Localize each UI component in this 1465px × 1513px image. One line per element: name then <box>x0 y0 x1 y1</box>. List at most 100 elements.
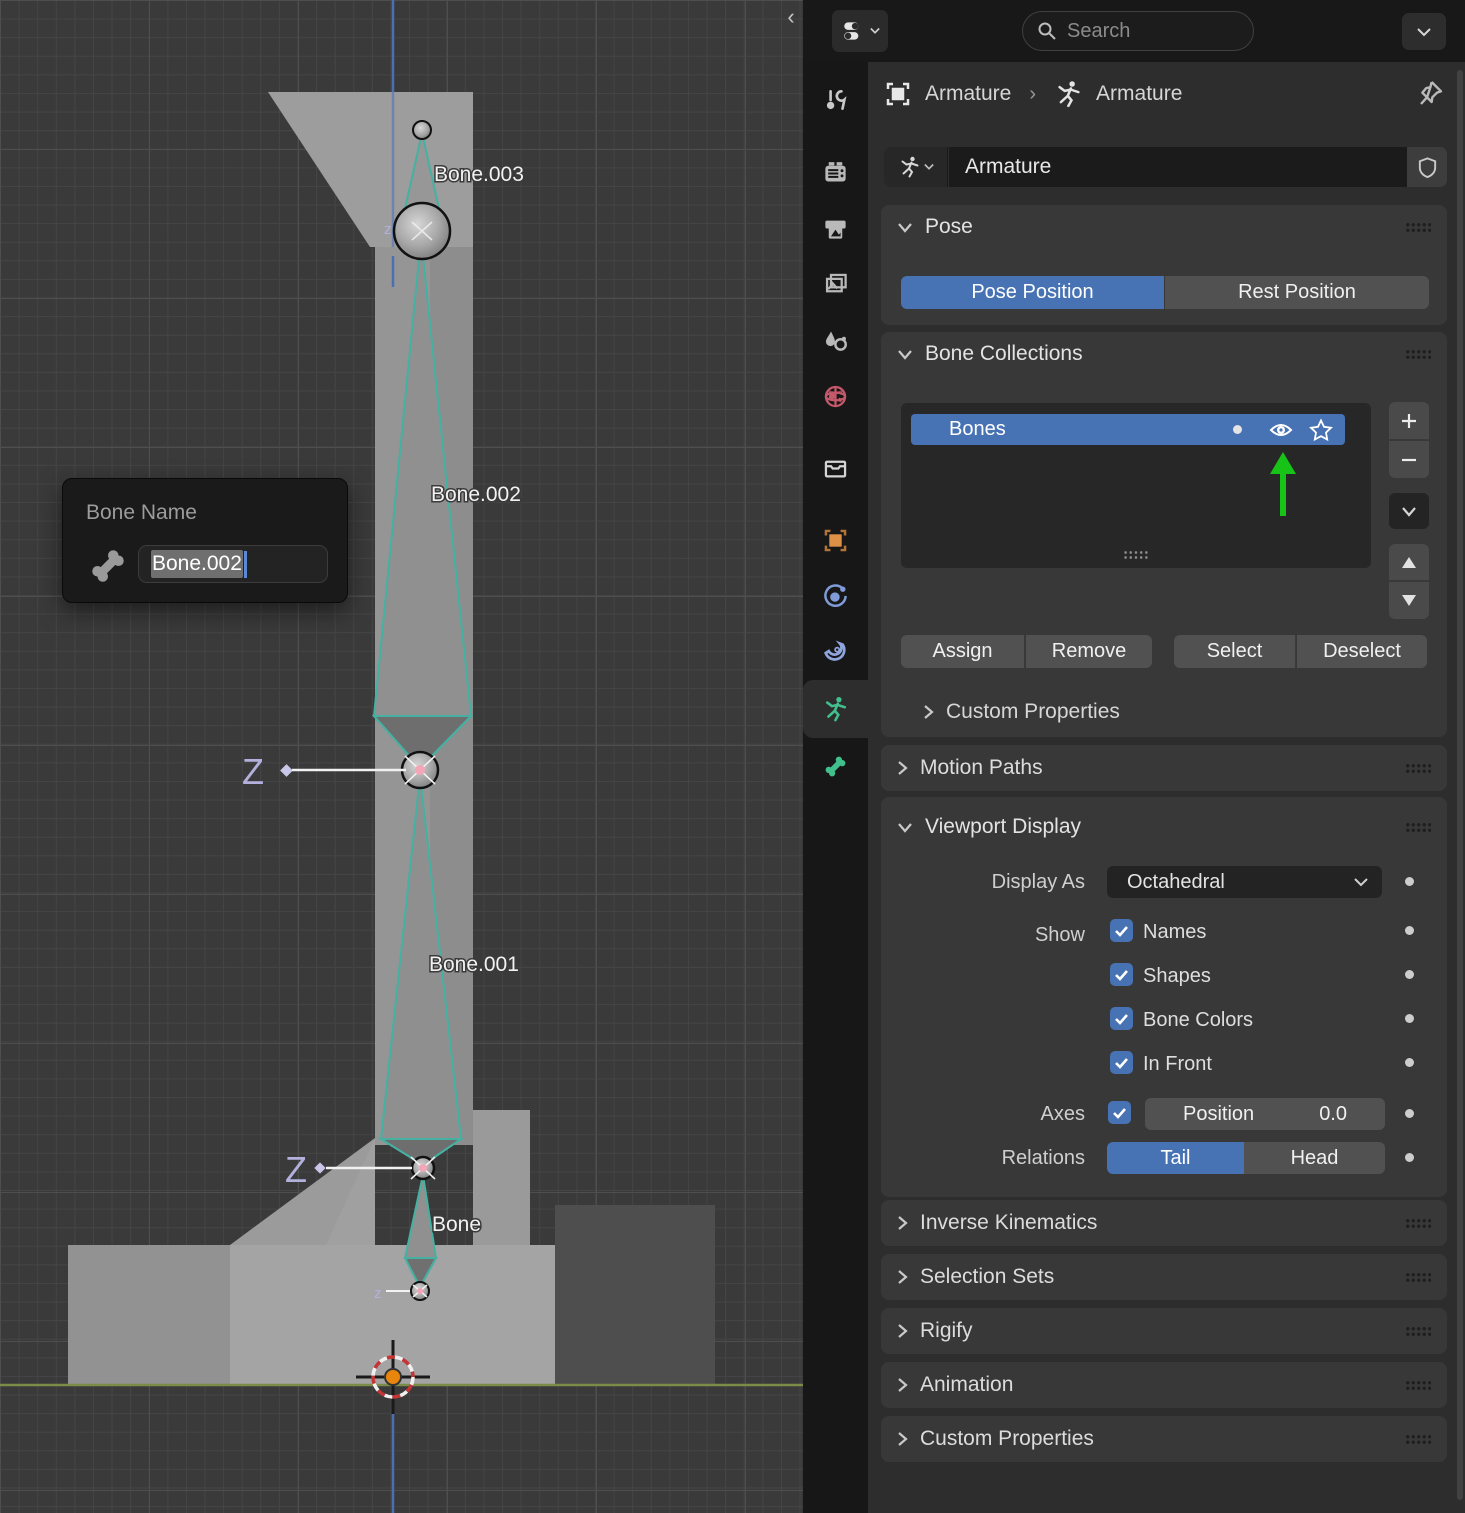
select-button[interactable]: Select <box>1174 635 1296 668</box>
breadcrumb-data[interactable]: Armature <box>1096 82 1182 106</box>
panel-drag-grip[interactable] <box>1404 762 1431 774</box>
panel-drag-grip[interactable] <box>1404 1379 1431 1391</box>
tab-render[interactable] <box>803 144 868 200</box>
animate-decorator-dot[interactable] <box>1405 1014 1414 1023</box>
pose-panel-header[interactable]: Pose <box>881 205 1447 249</box>
bone-collection-row-bones[interactable]: Bones <box>911 414 1345 445</box>
object-icon <box>822 527 849 554</box>
panel-drag-grip[interactable] <box>1404 1433 1431 1445</box>
panel-drag-grip[interactable] <box>1404 1325 1431 1337</box>
bone-collections-title: Bone Collections <box>925 342 1083 366</box>
custom-properties-subpanel[interactable]: Custom Properties <box>923 700 1120 724</box>
tab-tool[interactable] <box>803 72 868 128</box>
tab-output[interactable] <box>803 200 868 256</box>
list-resize-grip[interactable] <box>1123 550 1149 560</box>
empty-label-z: z <box>374 1285 382 1302</box>
panel-drag-grip[interactable] <box>1404 221 1431 233</box>
axes-position-slider[interactable]: Position 0.0 <box>1145 1098 1385 1130</box>
remove-collection-button[interactable] <box>1389 441 1429 478</box>
animation-panel[interactable]: Animation <box>881 1362 1447 1408</box>
rigify-panel[interactable]: Rigify <box>881 1308 1447 1354</box>
header-options-button[interactable] <box>1402 13 1446 50</box>
tab-world[interactable] <box>803 368 868 424</box>
animate-decorator-dot[interactable] <box>1405 926 1414 935</box>
shapes-label: Shapes <box>1143 965 1211 988</box>
bone-name-input[interactable]: Bone.002 <box>138 545 328 583</box>
in-front-checkbox[interactable] <box>1110 1051 1133 1074</box>
annotation-arrow-green <box>1266 450 1300 520</box>
tab-bone[interactable] <box>803 738 868 794</box>
editor-type-button[interactable] <box>832 10 888 52</box>
names-checkbox[interactable] <box>1110 919 1133 942</box>
bone-colors-checkbox[interactable] <box>1110 1007 1133 1030</box>
relations-head-button[interactable]: Head <box>1244 1142 1385 1174</box>
viewport-display-panel: Viewport Display Display As Octahedral S… <box>881 797 1447 1197</box>
object-origin <box>385 1369 401 1385</box>
tab-scene[interactable] <box>803 312 868 368</box>
panel-drag-grip[interactable] <box>1404 1217 1431 1229</box>
custom-properties-panel[interactable]: Custom Properties <box>881 1416 1447 1462</box>
bone-tab-icon <box>822 753 849 780</box>
tab-view-layer[interactable] <box>803 256 868 312</box>
eye-icon[interactable] <box>1269 419 1293 441</box>
relations-tail-button[interactable]: Tail <box>1107 1142 1244 1174</box>
axes-label: Axes <box>881 1103 1085 1126</box>
id-type-dropdown[interactable] <box>884 147 948 187</box>
pose-position-button[interactable]: Pose Position <box>901 276 1164 309</box>
axes-checkbox[interactable] <box>1108 1101 1131 1124</box>
animate-decorator-dot[interactable] <box>1405 1153 1414 1162</box>
inverse-kinematics-panel[interactable]: Inverse Kinematics <box>881 1200 1447 1246</box>
animate-decorator-dot[interactable] <box>1405 1058 1414 1067</box>
bone-name-label: Bone.001 <box>429 953 519 976</box>
breadcrumb-object[interactable]: Armature <box>925 82 1011 106</box>
panel-drag-grip[interactable] <box>1404 348 1431 360</box>
tab-collection[interactable] <box>803 440 868 496</box>
animate-decorator-dot[interactable] <box>1405 1109 1414 1118</box>
panel-drag-grip[interactable] <box>1404 821 1431 833</box>
animate-decorator-dot[interactable] <box>1405 877 1414 886</box>
position-value: 0.0 <box>1319 1103 1347 1126</box>
rest-position-button[interactable]: Rest Position <box>1165 276 1429 309</box>
panel-drag-grip[interactable] <box>1404 1271 1431 1283</box>
selection-sets-panel[interactable]: Selection Sets <box>881 1254 1447 1300</box>
chevron-right-icon <box>923 704 934 720</box>
armature-running-man-icon <box>822 695 850 723</box>
tab-physics[interactable] <box>803 568 868 624</box>
bone-collections-header[interactable]: Bone Collections <box>881 332 1447 376</box>
star-icon[interactable] <box>1309 418 1333 442</box>
viewport-display-header[interactable]: Viewport Display <box>881 805 1447 849</box>
datablock-name-field[interactable]: Armature <box>949 147 1407 187</box>
deselect-button[interactable]: Deselect <box>1297 635 1427 668</box>
bone-icon <box>87 545 129 587</box>
properties-header: Search <box>803 0 1465 62</box>
animation-title: Animation <box>920 1373 1013 1397</box>
breadcrumb: Armature › Armature <box>883 74 1443 114</box>
remove-button[interactable]: Remove <box>1026 635 1152 668</box>
fake-user-shield-button[interactable] <box>1407 147 1447 187</box>
collection-specials-menu[interactable] <box>1389 493 1429 529</box>
motion-paths-panel[interactable]: Motion Paths <box>881 745 1447 791</box>
object-breadcrumb-icon <box>883 79 913 109</box>
move-collection-up-button[interactable] <box>1389 544 1429 581</box>
chevron-down-icon <box>924 163 934 171</box>
chevron-right-icon <box>897 760 908 776</box>
check-icon <box>1114 1013 1129 1025</box>
pin-icon[interactable] <box>1413 78 1445 110</box>
animate-decorator-dot[interactable] <box>1405 970 1414 979</box>
chevron-down-icon <box>1417 27 1431 37</box>
panel-scrollbar[interactable] <box>1457 70 1463 1500</box>
mesh-body[interactable] <box>68 92 715 1385</box>
display-as-dropdown[interactable]: Octahedral <box>1107 866 1382 898</box>
tab-constraints[interactable] <box>803 624 868 680</box>
3d-viewport[interactable]: Z Z z z Bone.003 Bone.002 Bone.001 Bone <box>0 0 803 1513</box>
sidebar-collapse-arrow[interactable]: ‹ <box>780 4 802 30</box>
assign-button[interactable]: Assign <box>901 635 1025 668</box>
tab-object-data-active[interactable] <box>803 680 868 738</box>
tab-object[interactable] <box>803 512 868 568</box>
shapes-checkbox[interactable] <box>1110 963 1133 986</box>
add-collection-button[interactable] <box>1389 402 1429 440</box>
move-collection-down-button[interactable] <box>1389 582 1429 619</box>
motion-paths-title: Motion Paths <box>920 756 1043 780</box>
search-input[interactable]: Search <box>1022 11 1254 51</box>
tool-icon <box>823 87 849 113</box>
